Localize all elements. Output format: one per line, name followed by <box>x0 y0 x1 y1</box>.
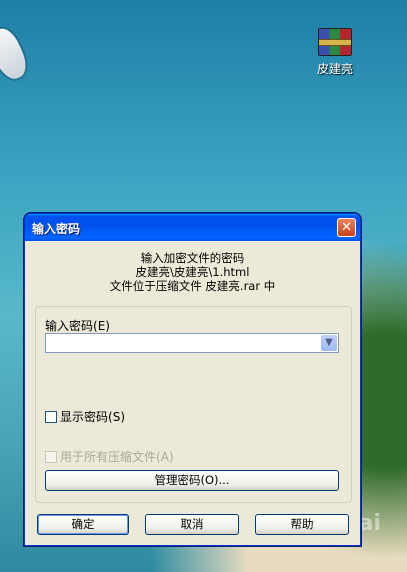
desc-line-2: 皮建亮\皮建亮\1.html <box>135 265 250 279</box>
close-icon: ✕ <box>341 220 352 235</box>
show-password-checkbox-row[interactable]: 显示密码 (S) <box>45 408 125 425</box>
show-password-label: 显示密码 <box>60 410 109 424</box>
desktop-icon-rar[interactable]: 皮建亮 <box>311 28 359 77</box>
use-for-all-checkbox <box>45 450 57 463</box>
use-for-all-checkbox-row: 用于所有压缩文件 (A) <box>45 448 174 465</box>
use-for-all-label: 用于所有压缩文件 <box>60 450 157 464</box>
desktop-icon-label: 皮建亮 <box>316 62 353 76</box>
dropdown-arrow-glyph: ▼ <box>325 337 333 348</box>
password-dialog: 输入密码 ✕ 输入加密文件的密码 皮建亮\皮建亮\1.html 文件位于压缩文件… <box>24 213 361 546</box>
password-input[interactable]: ▼ <box>45 333 339 353</box>
help-button[interactable]: 帮助 <box>255 514 349 535</box>
cancel-button[interactable]: 取消 <box>145 514 239 535</box>
dropdown-arrow-icon[interactable]: ▼ <box>321 335 337 351</box>
close-button[interactable]: ✕ <box>337 218 356 237</box>
winrar-archive-icon <box>318 28 352 56</box>
desc-line-3: 文件位于压缩文件 皮建亮.rar 中 <box>109 279 276 293</box>
dialog-titlebar[interactable]: 输入密码 ✕ <box>25 214 360 241</box>
show-password-mnemonic: (S) <box>108 409 125 424</box>
dialog-description: 输入加密文件的密码 皮建亮\皮建亮\1.html 文件位于压缩文件 皮建亮.ra… <box>25 251 360 293</box>
password-label-text: 输入密码 <box>45 319 94 333</box>
boat-image <box>0 24 32 84</box>
password-group: 输入密码(E) ▼ 显示密码 (S) 用于所有压缩文件 (A) 管理密码(O)... <box>35 306 352 503</box>
password-label: 输入密码(E) <box>45 317 110 334</box>
dialog-title: 输入密码 <box>32 222 81 236</box>
manage-passwords-button[interactable]: 管理密码(O)... <box>45 470 339 491</box>
show-password-checkbox[interactable] <box>45 410 57 423</box>
ok-button[interactable]: 确定 <box>37 514 129 535</box>
desc-line-1: 输入加密文件的密码 <box>140 251 245 265</box>
use-for-all-mnemonic: (A) <box>156 449 174 464</box>
password-label-mnemonic: (E) <box>93 319 110 333</box>
